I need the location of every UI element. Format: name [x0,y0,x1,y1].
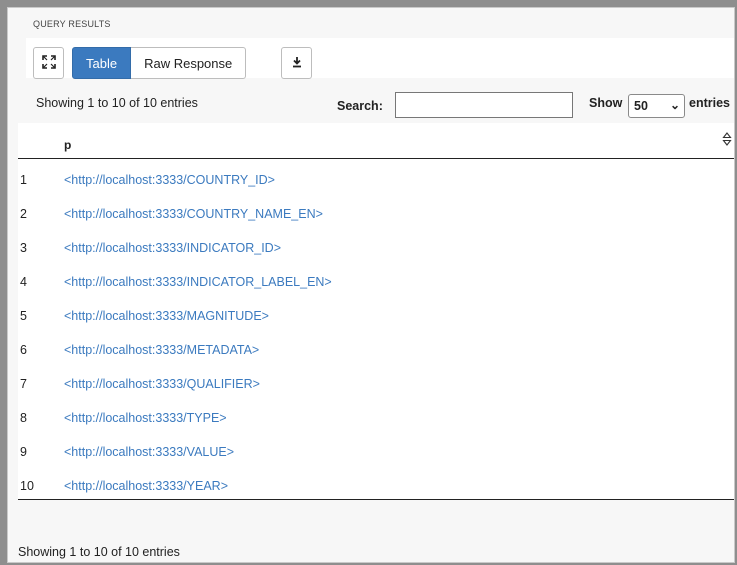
table-row: 8 <http://localhost:3333/TYPE> [18,397,734,431]
table-row: 1 <http://localhost:3333/COUNTRY_ID> [18,159,734,193]
row-link[interactable]: <http://localhost:3333/VALUE> [64,445,234,459]
row-index: 1 [20,173,27,187]
panel-title: QUERY RESULTS [33,19,111,29]
table-row: 5 <http://localhost:3333/MAGNITUDE> [18,295,734,329]
entries-label: entries [689,96,730,110]
table-row: 6 <http://localhost:3333/METADATA> [18,329,734,363]
row-index: 6 [20,343,27,357]
table-row: 10 <http://localhost:3333/YEAR> [18,465,734,500]
entries-info-top: Showing 1 to 10 of 10 entries [36,96,198,110]
results-toolbar: Table Raw Response [26,38,734,79]
row-link[interactable]: <http://localhost:3333/YEAR> [64,479,228,493]
expand-icon [41,54,56,72]
row-index: 7 [20,377,27,391]
tab-raw-response[interactable]: Raw Response [131,47,247,79]
row-link[interactable]: <http://localhost:3333/MAGNITUDE> [64,309,269,323]
table-row: 4 <http://localhost:3333/INDICATOR_LABEL_… [18,261,734,295]
search-input[interactable] [395,92,573,118]
sort-icon[interactable] [722,132,732,149]
table-header: p [18,123,734,159]
tab-table[interactable]: Table [72,47,132,79]
view-tabs: Table Raw Response [72,47,247,79]
row-link[interactable]: <http://localhost:3333/INDICATOR_ID> [64,241,281,255]
show-label: Show [589,96,623,110]
results-table: p 1 <http://localhost:3333/COUNTRY_ID> 2 <… [18,123,734,500]
row-link[interactable]: <http://localhost:3333/QUALIFIER> [64,377,260,391]
table-body: 1 <http://localhost:3333/COUNTRY_ID> 2 <ht… [18,159,734,500]
entries-info-bottom: Showing 1 to 10 of 10 entries [18,545,180,559]
row-index: 8 [20,411,27,425]
download-button[interactable] [281,47,312,79]
column-header-p[interactable]: p [64,138,71,152]
row-link[interactable]: <http://localhost:3333/INDICATOR_LABEL_E… [64,275,332,289]
row-index: 3 [20,241,27,255]
page-length-select[interactable]: 50 ⌄ [628,94,685,118]
row-index: 10 [20,479,34,493]
search-label: Search: [337,99,383,113]
expand-button[interactable] [33,47,64,79]
row-link[interactable]: <http://localhost:3333/METADATA> [64,343,259,357]
download-icon [291,56,303,71]
page-length-value: 50 [634,99,648,113]
table-row: 3 <http://localhost:3333/INDICATOR_ID> [18,227,734,261]
table-row: 9 <http://localhost:3333/VALUE> [18,431,734,465]
table-row: 2 <http://localhost:3333/COUNTRY_NAME_EN> [18,193,734,227]
row-link[interactable]: <http://localhost:3333/COUNTRY_ID> [64,173,275,187]
row-index: 9 [20,445,27,459]
row-link[interactable]: <http://localhost:3333/COUNTRY_NAME_EN> [64,207,323,221]
row-link[interactable]: <http://localhost:3333/TYPE> [64,411,227,425]
query-results-panel: QUERY RESULTS Table Raw Response Showing… [7,7,735,563]
chevron-down-icon: ⌄ [669,98,680,112]
table-controls: Showing 1 to 10 of 10 entries Search: Sh… [26,83,734,123]
row-index: 5 [20,309,27,323]
table-row: 7 <http://localhost:3333/QUALIFIER> [18,363,734,397]
row-index: 4 [20,275,27,289]
row-index: 2 [20,207,27,221]
